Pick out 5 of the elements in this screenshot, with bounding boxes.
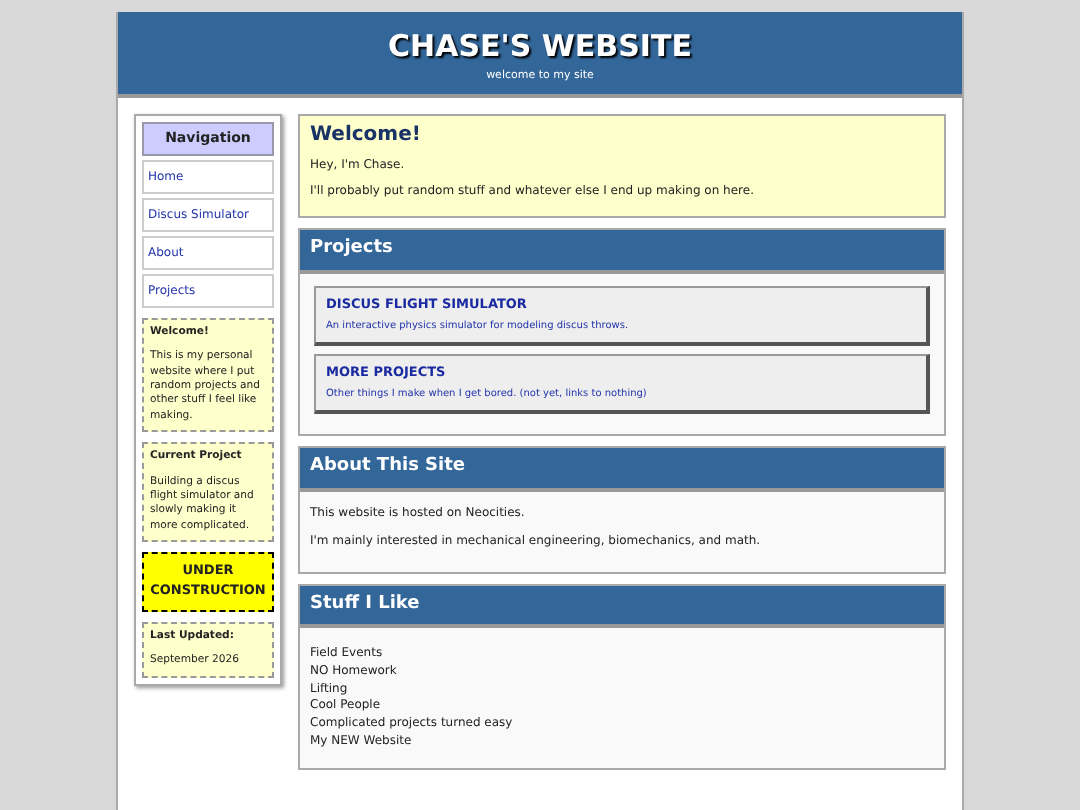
site-title: CHASE'S WEBSITE	[386, 28, 694, 64]
section-heading: About This Site	[300, 448, 944, 492]
section-heading: Projects	[300, 230, 944, 274]
welcome-heading: Welcome!	[310, 124, 423, 149]
section-heading: Stuff I Like	[300, 585, 944, 629]
